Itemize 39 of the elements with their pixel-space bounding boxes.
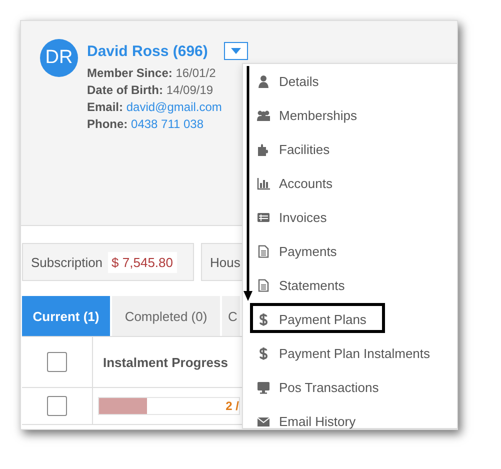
checkbox[interactable] <box>47 352 67 372</box>
menu-item[interactable]: Pos Transactions <box>254 370 457 404</box>
puzzle-icon <box>257 142 270 156</box>
menu-item[interactable]: Accounts <box>254 166 457 200</box>
detail-label: Phone: <box>87 117 128 131</box>
detail-value: 14/09/19 <box>166 83 214 97</box>
menu-item[interactable]: Memberships <box>254 98 457 132</box>
file-icon <box>257 278 270 292</box>
desktop-icon <box>257 380 270 394</box>
menu-item[interactable]: Invoices <box>254 200 457 234</box>
detail-label: Date of Birth: <box>87 83 163 97</box>
menu-item[interactable]: Email History <box>254 404 457 429</box>
detail-label: Member Since: <box>87 66 172 80</box>
avatar: DR <box>40 39 78 77</box>
column-header[interactable]: Instalment Progress <box>98 354 228 370</box>
summary-label: Hous <box>210 254 240 270</box>
menu-item[interactable]: Payments <box>254 234 457 268</box>
dollar-icon <box>257 312 270 326</box>
users-icon <box>257 108 270 122</box>
menu-item[interactable]: Facilities <box>254 132 457 166</box>
list-icon <box>257 210 270 224</box>
detail-value: 16/01/2 <box>176 66 216 80</box>
summary-label: Subscription <box>31 254 103 270</box>
checkbox[interactable] <box>47 396 67 416</box>
dropdown-button[interactable] <box>224 42 248 60</box>
tab[interactable]: C <box>222 296 240 336</box>
summary-amount: $ 7,545.80 <box>108 252 177 272</box>
dollar-icon <box>257 346 270 360</box>
menu-item[interactable]: Details <box>254 64 457 98</box>
menu-item[interactable]: Payment Plan Instalments <box>254 336 457 370</box>
menu-item[interactable]: Statements <box>254 268 457 302</box>
file-icon <box>257 244 270 258</box>
chart-icon <box>257 176 270 190</box>
user-icon <box>257 74 270 88</box>
caret-icon <box>230 48 241 54</box>
tab[interactable]: Completed (0) <box>112 296 220 336</box>
menu-item[interactable]: Payment Plans <box>254 302 457 336</box>
detail-label: Email: <box>87 100 124 114</box>
progress-count: 2 / <box>226 398 239 414</box>
